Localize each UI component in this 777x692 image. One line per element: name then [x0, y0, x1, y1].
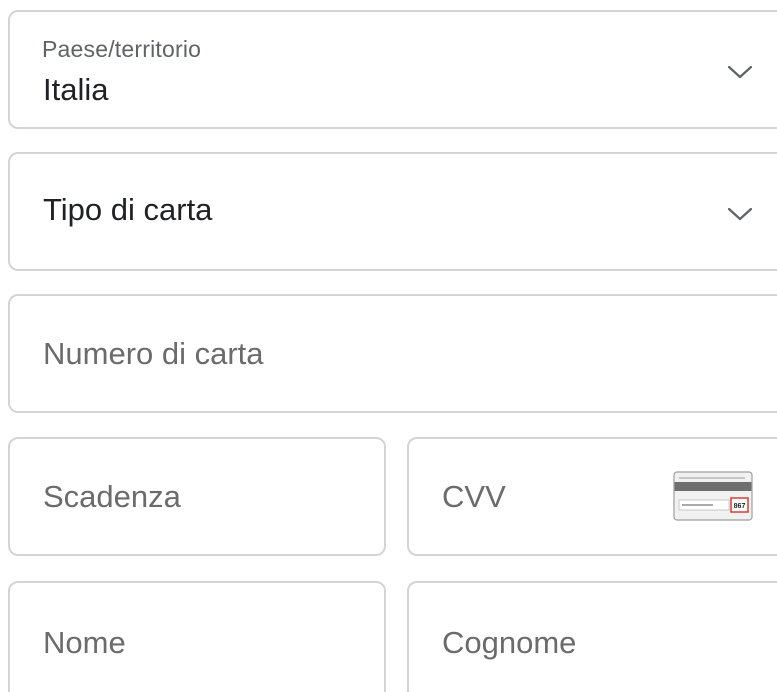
payment-form: Paese/territorio Italia Tipo di carta Nu…: [0, 0, 777, 692]
cvv-hint-code: 867: [734, 503, 746, 510]
expiry-placeholder: Scadenza: [43, 479, 181, 514]
card-number-placeholder: Numero di carta: [43, 336, 264, 371]
cvv-placeholder: CVV: [442, 479, 506, 514]
first-name-input[interactable]: Nome: [8, 581, 386, 692]
cvv-input[interactable]: CVV 867: [407, 437, 777, 556]
country-select[interactable]: Paese/territorio Italia: [8, 10, 777, 129]
last-name-input[interactable]: Cognome: [407, 581, 777, 692]
expiry-input[interactable]: Scadenza: [8, 437, 386, 556]
card-type-select[interactable]: Tipo di carta: [8, 152, 777, 271]
last-name-placeholder: Cognome: [442, 625, 577, 660]
chevron-down-icon: [727, 65, 753, 79]
chevron-down-icon: [727, 207, 753, 221]
country-label: Paese/territorio: [42, 36, 202, 62]
card-back-cvv-icon: 867: [673, 471, 753, 521]
card-type-value: Tipo di carta: [43, 192, 213, 227]
card-number-input[interactable]: Numero di carta: [8, 294, 777, 413]
first-name-placeholder: Nome: [43, 625, 126, 660]
country-value: Italia: [43, 72, 109, 107]
